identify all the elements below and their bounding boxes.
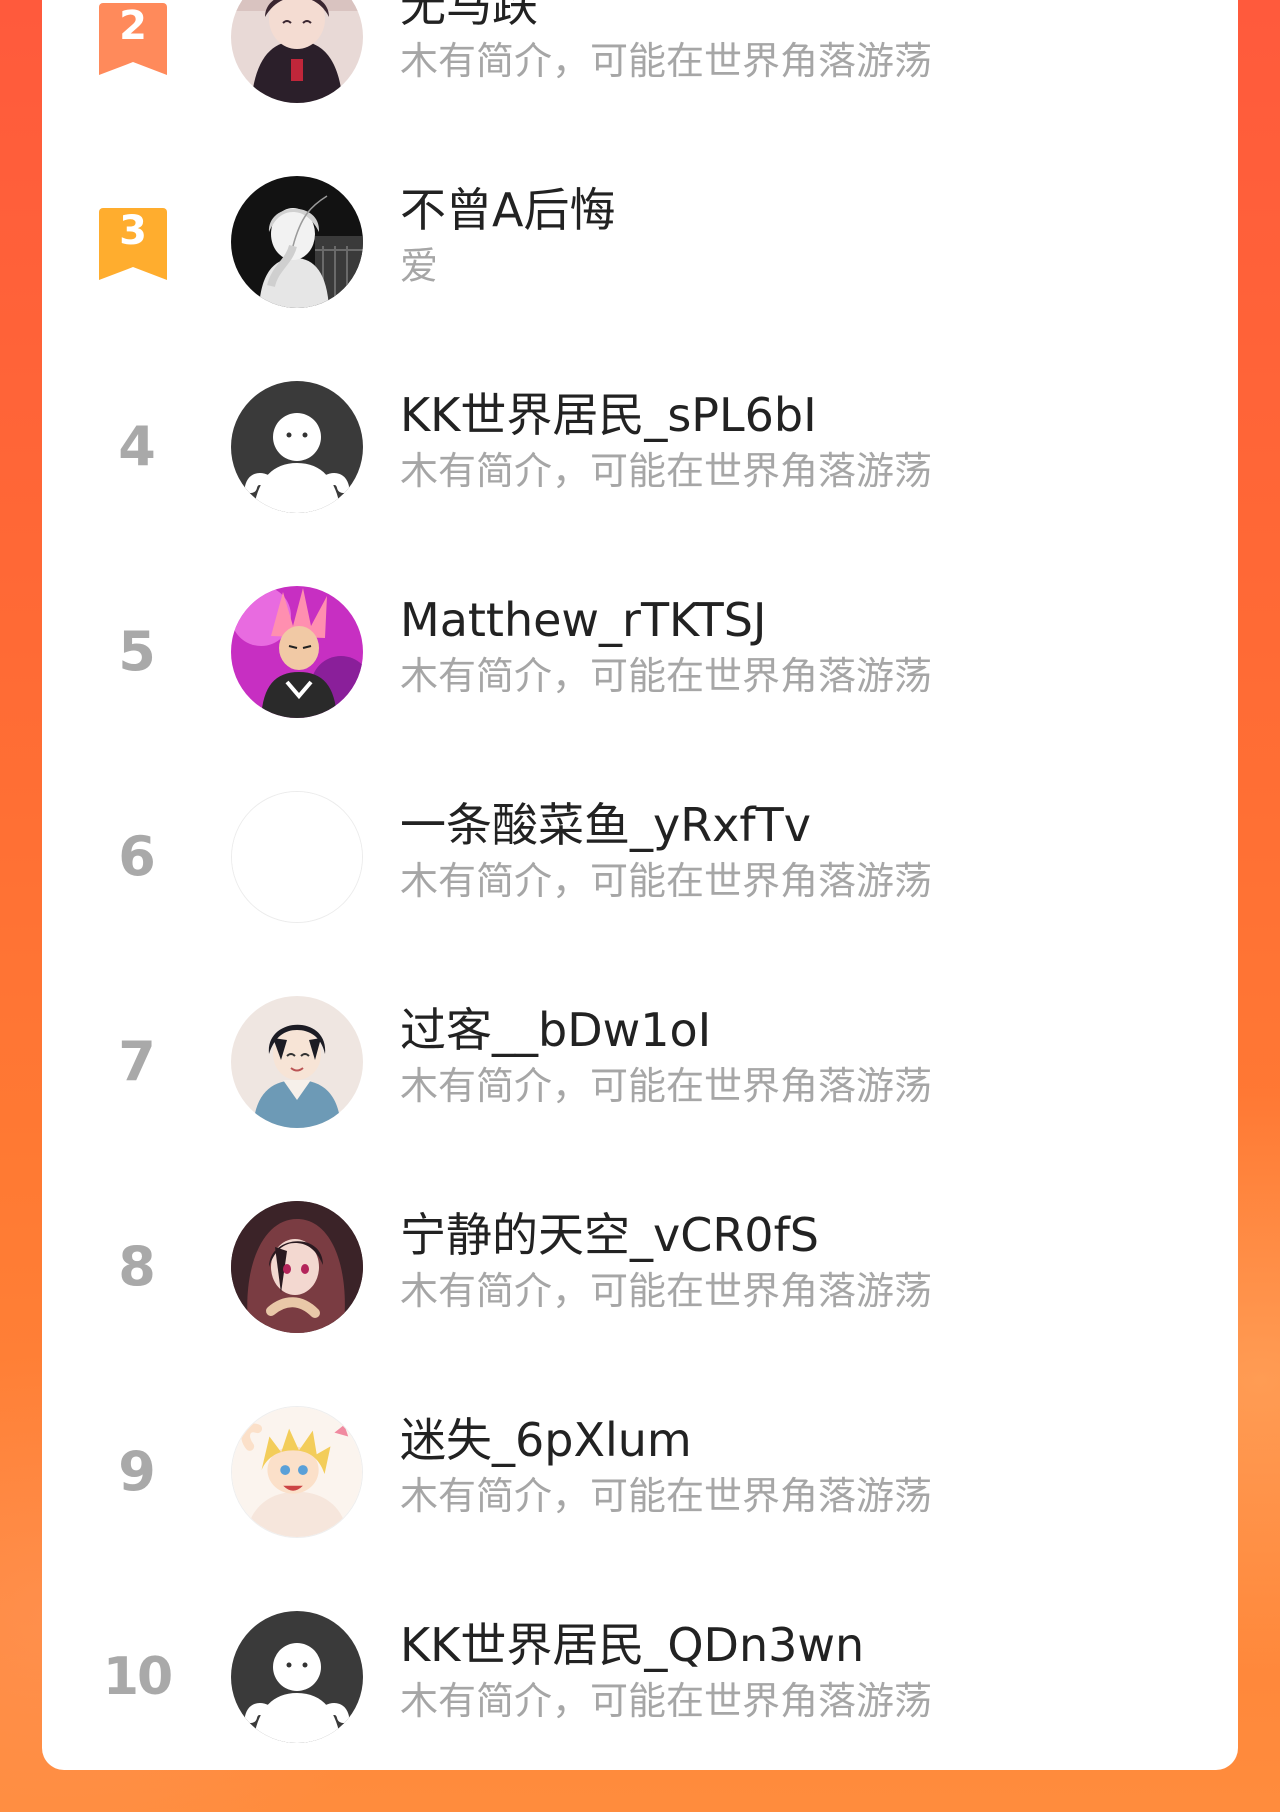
rank-ribbon-badge: 2	[99, 3, 167, 75]
default-ghost-avatar[interactable]	[231, 1611, 363, 1743]
leaderboard-row[interactable]: 3 不曾A后悔 爱	[42, 142, 1238, 342]
leaderboard-row[interactable]: 4 KK世界居民_sPL6bI 木有简介，可能在世界角落游荡	[42, 347, 1238, 547]
user-name[interactable]: KK世界居民_QDn3wn	[400, 1617, 864, 1673]
user-bio: 木有简介，可能在世界角落游荡	[400, 1474, 933, 1518]
user-name[interactable]: 宁静的天空_vCR0fS	[400, 1207, 819, 1263]
leaderboard-row[interactable]: 8 宁静的天空_vCR0fS 木有简介，可能在世界角落游荡	[42, 1167, 1238, 1367]
user-name[interactable]: 一条酸菜鱼_yRxfTv	[400, 797, 811, 853]
user-name[interactable]: 过客__bDw1oI	[400, 1002, 711, 1058]
rank-number: 5	[118, 620, 156, 683]
rank-number: 10	[102, 1647, 173, 1707]
blank-avatar[interactable]	[231, 791, 363, 923]
user-bio: 木有简介，可能在世界角落游荡	[400, 1679, 933, 1723]
rank-number: 9	[118, 1440, 156, 1503]
user-name[interactable]: Matthew_rTKTSJ	[400, 592, 767, 648]
rank-number: 7	[118, 1030, 156, 1093]
leaderboard-row[interactable]: 5 Matthew_rTKTSJ 木有简介，可能在世界角落游荡	[42, 552, 1238, 752]
anime-hooded-girl-avatar[interactable]	[231, 1201, 363, 1333]
anime-warrior-avatar[interactable]	[231, 586, 363, 718]
rank-number: 8	[118, 1235, 156, 1298]
rank-number: 6	[118, 825, 156, 888]
user-bio: 木有简介，可能在世界角落游荡	[400, 1064, 933, 1108]
anime-blonde-boy-avatar[interactable]	[231, 1406, 363, 1538]
rank-number: 4	[118, 415, 156, 478]
rank-number: 3	[119, 208, 147, 254]
user-bio: 木有简介，可能在世界角落游荡	[400, 449, 933, 493]
user-bio: 木有简介，可能在世界角落游荡	[400, 859, 933, 903]
user-bio: 木有简介，可能在世界角落游荡	[400, 654, 933, 698]
user-bio: 爱	[400, 244, 439, 288]
user-name[interactable]: 不曾A后悔	[400, 182, 615, 238]
default-ghost-avatar[interactable]	[231, 381, 363, 513]
user-name[interactable]: 迷失_6pXlum	[400, 1412, 692, 1468]
anime-hoodie-boy-avatar[interactable]	[231, 996, 363, 1128]
leaderboard-card: 2 无马跌 木有简介，可能在世界角落游荡 3 不曾A后悔 爱 4 KK世界居民_…	[42, 0, 1238, 1770]
rank-number: 2	[119, 3, 147, 49]
leaderboard-row[interactable]: 6 一条酸菜鱼_yRxfTv 木有简介，可能在世界角落游荡	[42, 757, 1238, 957]
user-name[interactable]: KK世界居民_sPL6bI	[400, 387, 817, 443]
anime-girl-avatar[interactable]	[231, 0, 363, 103]
user-bio: 木有简介，可能在世界角落游荡	[400, 1269, 933, 1313]
rank-ribbon-badge: 3	[99, 208, 167, 280]
leaderboard-row[interactable]: 2 无马跌 木有简介，可能在世界角落游荡	[42, 0, 1238, 137]
leaderboard-row[interactable]: 9 迷失_6pXlum 木有简介，可能在世界角落游荡	[42, 1372, 1238, 1572]
user-bio: 木有简介，可能在世界角落游荡	[400, 39, 933, 83]
monochrome-boy-avatar[interactable]	[231, 176, 363, 308]
leaderboard-row[interactable]: 7 过客__bDw1oI 木有简介，可能在世界角落游荡	[42, 962, 1238, 1162]
leaderboard-row[interactable]: 10 KK世界居民_QDn3wn 木有简介，可能在世界角落游荡	[42, 1577, 1238, 1770]
user-name[interactable]: 无马跌	[400, 0, 538, 33]
